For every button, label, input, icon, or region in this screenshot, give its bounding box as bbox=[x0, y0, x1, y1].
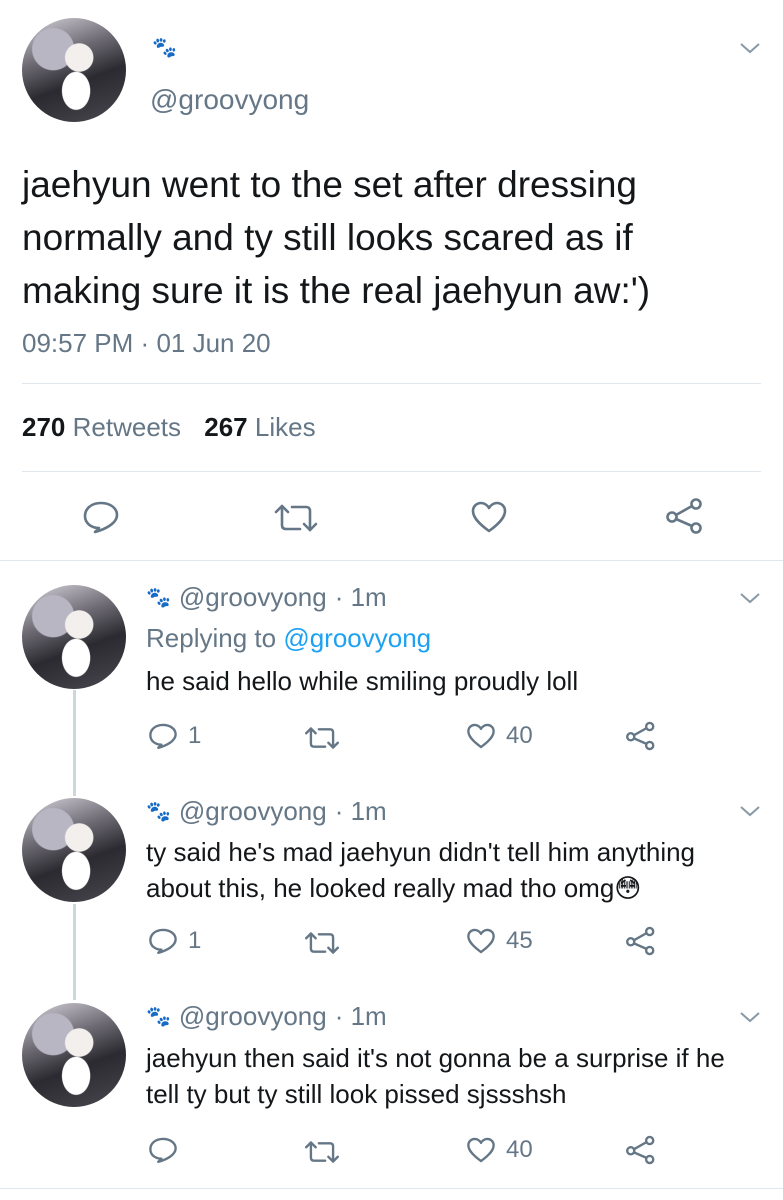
reply-time: · 1m bbox=[334, 582, 387, 612]
reply-handle[interactable]: @groovyong bbox=[179, 796, 327, 827]
reply-handle[interactable]: @groovyong bbox=[179, 582, 327, 613]
chevron-down-icon[interactable] bbox=[738, 1009, 762, 1025]
retweets-count: 270 bbox=[22, 412, 66, 442]
divider bbox=[0, 1188, 783, 1189]
chevron-down-icon[interactable] bbox=[738, 40, 762, 56]
share-icon[interactable] bbox=[625, 1135, 657, 1165]
reply-time: · 1m bbox=[334, 796, 387, 826]
retweets-label: Retweets bbox=[72, 412, 182, 442]
heart-icon bbox=[467, 1137, 495, 1163]
heart-icon bbox=[467, 928, 495, 954]
reply-action[interactable]: 1 bbox=[148, 927, 201, 955]
reply-count: 1 bbox=[188, 927, 202, 954]
likes-label: Likes bbox=[254, 412, 316, 442]
share-icon[interactable] bbox=[625, 721, 657, 751]
like-count: 40 bbox=[506, 1136, 533, 1163]
main-timestamp[interactable]: 09:57 PM · 01 Jun 20 bbox=[22, 328, 271, 359]
retweet-icon[interactable] bbox=[303, 1140, 341, 1164]
like-count: 40 bbox=[506, 722, 533, 749]
like-action[interactable]: 40 bbox=[466, 722, 533, 750]
retweet-icon[interactable] bbox=[303, 726, 341, 750]
likes-stat[interactable]: 267 Likes bbox=[204, 412, 315, 442]
tweet-date: 01 Jun 20 bbox=[156, 328, 271, 358]
divider bbox=[22, 383, 761, 384]
likes-count: 267 bbox=[204, 412, 248, 442]
reply-time: · 1m bbox=[334, 1001, 387, 1031]
reply-icon[interactable] bbox=[82, 500, 120, 534]
like-action[interactable]: 40 bbox=[466, 1136, 533, 1164]
main-handle[interactable]: @groovyong bbox=[150, 84, 309, 116]
reply-text: he said hello while smiling proudly loll bbox=[146, 666, 579, 696]
reply-avatar[interactable] bbox=[22, 1003, 126, 1107]
divider bbox=[0, 560, 783, 561]
chevron-down-icon[interactable] bbox=[738, 803, 762, 819]
heart-icon bbox=[467, 723, 495, 749]
thread-line bbox=[73, 904, 76, 1000]
retweet-icon[interactable] bbox=[303, 931, 341, 955]
main-avatar[interactable] bbox=[22, 18, 126, 122]
retweets-stat[interactable]: 270 Retweets bbox=[22, 412, 188, 442]
divider bbox=[22, 471, 761, 472]
like-action[interactable]: 45 bbox=[466, 927, 533, 955]
share-icon[interactable] bbox=[625, 926, 657, 956]
paw-icon: 🐾 bbox=[146, 800, 171, 823]
reply-avatar[interactable] bbox=[22, 585, 126, 689]
reply-text: jaehyun then said it's not gonna be a su… bbox=[146, 1043, 725, 1109]
share-icon[interactable] bbox=[665, 497, 705, 535]
reply-action[interactable] bbox=[148, 1136, 188, 1164]
reply-icon bbox=[149, 1137, 177, 1164]
reply-avatar[interactable] bbox=[22, 798, 126, 902]
thread-line bbox=[73, 690, 76, 796]
reply-header: 🐾 @groovyong · 1m bbox=[146, 582, 387, 613]
retweet-icon[interactable] bbox=[272, 503, 320, 533]
time-separator: · bbox=[140, 328, 150, 358]
like-count: 45 bbox=[506, 927, 533, 954]
main-tweet-text: jaehyun went to the set after dressing n… bbox=[22, 164, 651, 311]
chevron-down-icon[interactable] bbox=[738, 590, 762, 606]
replying-to: Replying to @groovyong bbox=[146, 623, 431, 654]
paw-icon: 🐾 bbox=[152, 37, 177, 59]
replying-prefix: Replying to bbox=[146, 623, 277, 653]
tweet-time: 09:57 PM bbox=[22, 328, 134, 358]
reply-header: 🐾 @groovyong · 1m bbox=[146, 1001, 387, 1032]
replying-to-link[interactable]: @groovyong bbox=[283, 623, 431, 653]
paw-icon: 🐾 bbox=[146, 586, 171, 609]
reply-icon bbox=[149, 723, 177, 750]
reply-header: 🐾 @groovyong · 1m bbox=[146, 796, 387, 827]
engagement-stats: 270 Retweets 267 Likes bbox=[22, 412, 316, 443]
reply-action[interactable]: 1 bbox=[148, 722, 201, 750]
reply-icon bbox=[149, 928, 177, 955]
heart-icon[interactable] bbox=[470, 500, 508, 534]
paw-icon: 🐾 bbox=[146, 1005, 171, 1028]
reply-handle[interactable]: @groovyong bbox=[179, 1001, 327, 1032]
reply-count: 1 bbox=[188, 722, 202, 749]
reply-text: ty said he's mad jaehyun didn't tell him… bbox=[146, 837, 696, 903]
